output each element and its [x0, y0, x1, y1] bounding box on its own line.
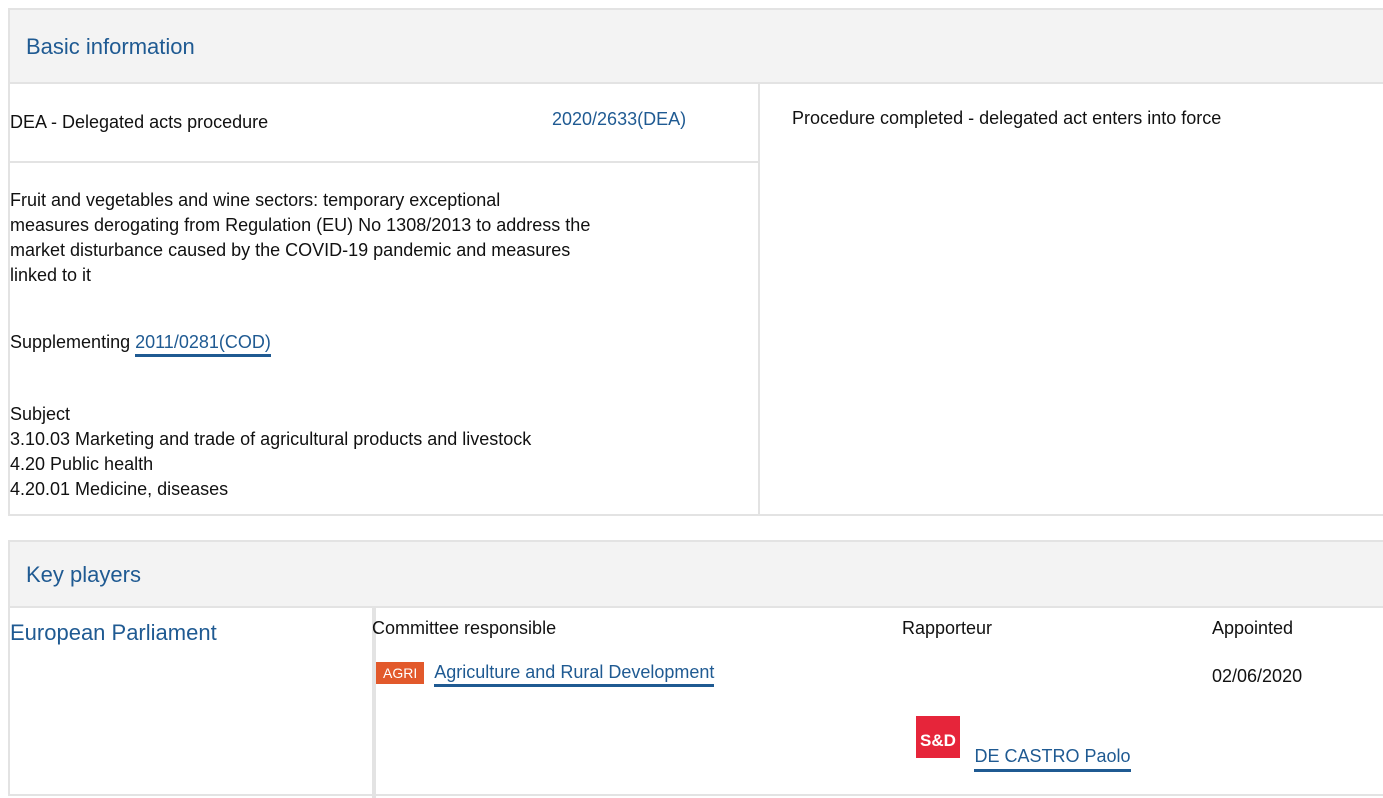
key-players-panel: Key players European Parliament Committe… [8, 540, 1383, 798]
appointed-header: Appointed [1212, 618, 1294, 638]
procedure-type: DEA - Delegated acts procedure [10, 112, 269, 132]
description-line: Fruit and vegetables and wine sectors: t… [10, 190, 501, 210]
subject-label: Subject [10, 404, 71, 424]
subject-item: 3.10.03 Marketing and trade of agricultu… [10, 429, 532, 449]
rapporteur-name-link[interactable]: DE CASTRO Paolo [974, 746, 1131, 772]
committee-row: AGRI Agriculture and Rural Development [376, 662, 715, 687]
subject-block: Subject 3.10.03 Marketing and trade of a… [10, 402, 531, 502]
basic-information-left-column: DEA - Delegated acts procedure 2020/2633… [10, 84, 760, 514]
committee-name-link[interactable]: Agriculture and Rural Development [434, 662, 715, 687]
key-players-header: Key players [10, 542, 1383, 608]
basic-information-panel: Basic information DEA - Delegated acts p… [8, 8, 1383, 516]
procedure-status: Procedure completed - delegated act ente… [792, 108, 1222, 128]
supplementing-reference-link[interactable]: 2011/0281(COD) [135, 332, 271, 357]
rapporteur-entry: S&D DE CASTRO Paolo [916, 716, 1131, 772]
row-divider [10, 161, 758, 163]
supplementing-row: Supplementing 2011/0281(COD) [10, 332, 271, 357]
description-line: linked to it [10, 265, 92, 285]
subject-item: 4.20 Public health [10, 454, 154, 474]
committee-header: Committee responsible [372, 618, 557, 638]
description-line: measures derogating from Regulation (EU)… [10, 215, 591, 235]
political-group-logo: S&D [916, 716, 960, 758]
subject-item: 4.20.01 Medicine, diseases [10, 479, 229, 499]
procedure-reference-link[interactable]: 2020/2633(DEA) [552, 109, 686, 130]
description-line: market disturbance caused by the COVID-1… [10, 240, 571, 260]
appointed-date: 02/06/2020 [1212, 666, 1303, 686]
supplementing-label: Supplementing [10, 332, 131, 352]
procedure-description: Fruit and vegetables and wine sectors: t… [10, 188, 750, 288]
rapporteur-header: Rapporteur [902, 618, 993, 638]
institution-name: European Parliament [10, 620, 217, 645]
committee-code-badge: AGRI [376, 662, 425, 685]
basic-information-header: Basic information [10, 10, 1383, 84]
